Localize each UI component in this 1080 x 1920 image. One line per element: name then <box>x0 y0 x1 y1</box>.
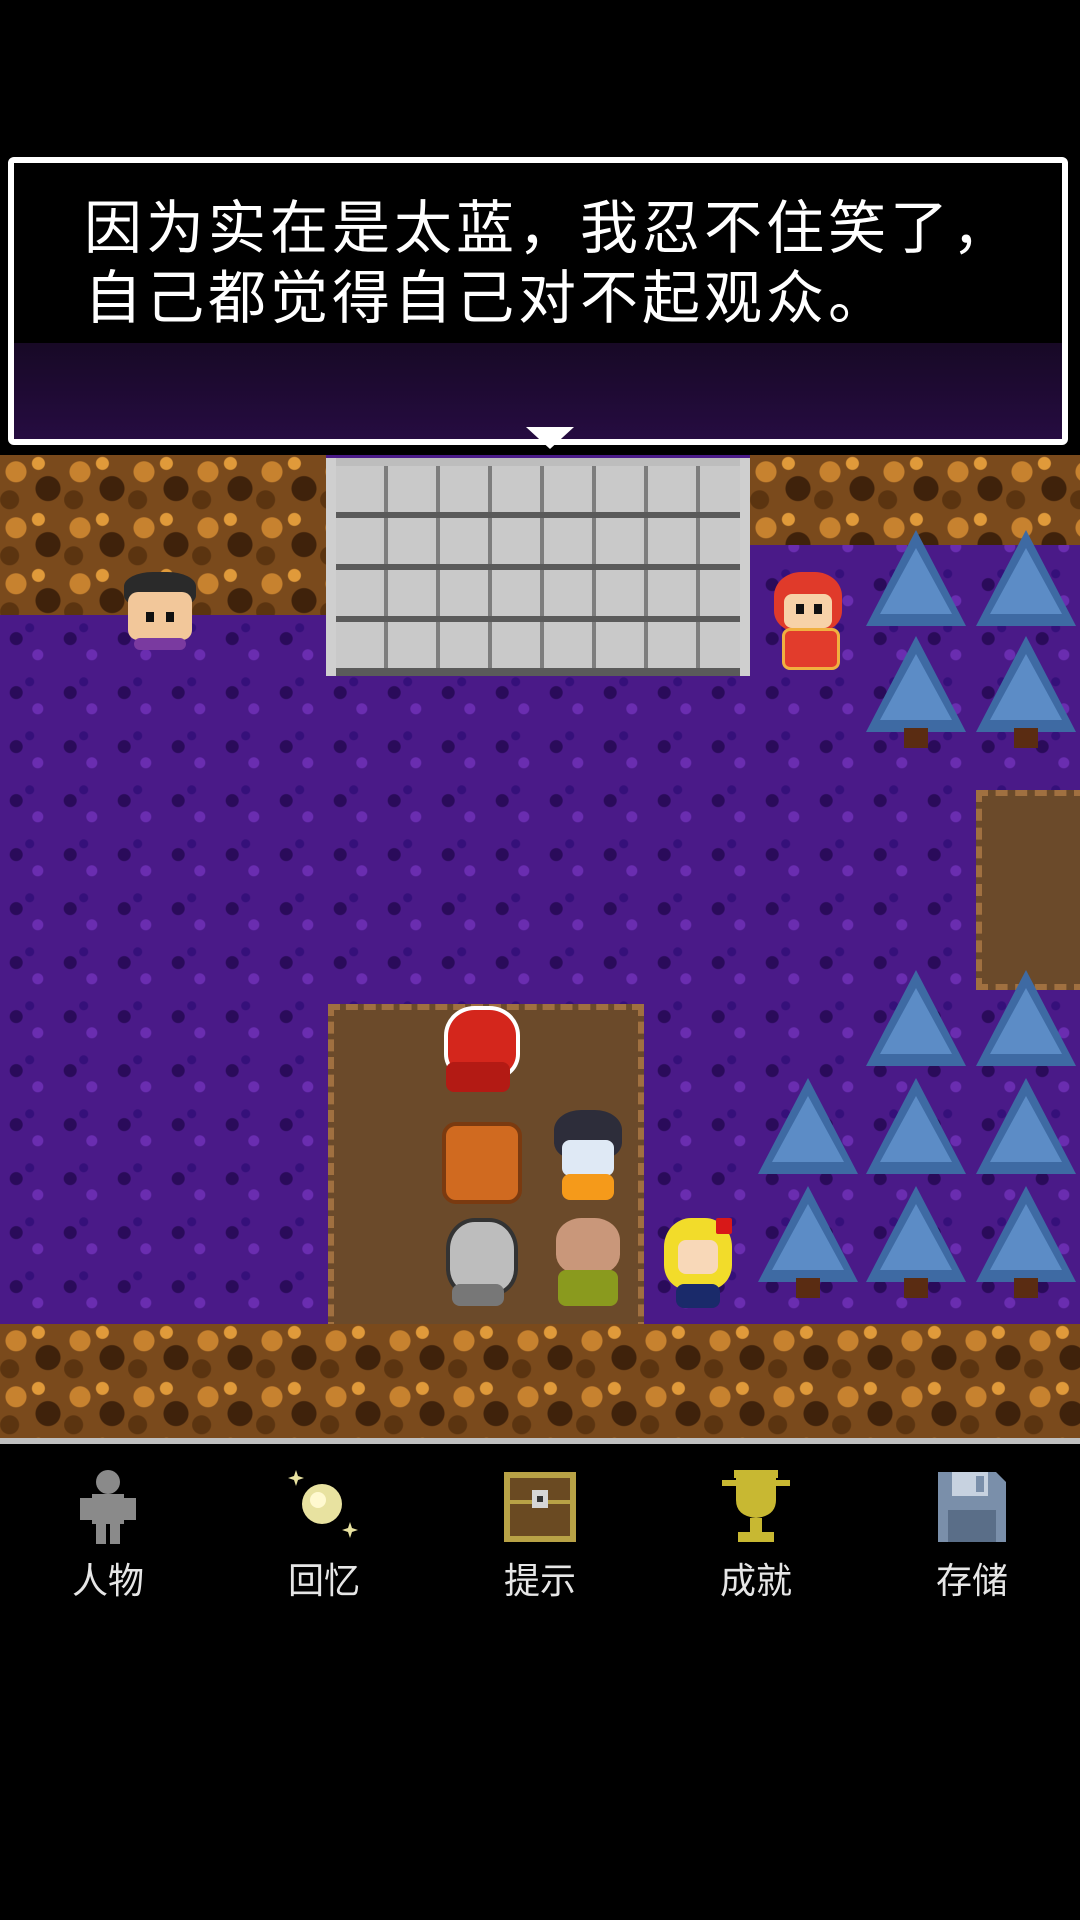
menu-achievements-label: 成就 <box>719 1561 792 1602</box>
party-grey-hair[interactable] <box>438 1218 518 1318</box>
pine-tree <box>866 1078 966 1190</box>
menu-memories-button[interactable]: 回忆 <box>244 1466 404 1606</box>
dialog-background-strip <box>14 343 1062 439</box>
menu-achievements-button[interactable]: 成就 <box>676 1466 836 1606</box>
menu-characters-label: 人物 <box>71 1561 144 1602</box>
sparkle-orb-icon <box>284 1466 364 1546</box>
pine-tree <box>866 1186 966 1298</box>
party-bald-monk[interactable] <box>548 1218 628 1318</box>
advance-arrow-icon[interactable] <box>526 427 574 449</box>
party-blonde-girl[interactable] <box>658 1218 738 1318</box>
pine-tree <box>976 636 1076 748</box>
bottom-menu: 人物 回忆 提示 成就 存储 <box>0 1438 1080 1624</box>
npc-dark-hair-man[interactable] <box>120 572 200 672</box>
pine-tree <box>976 1186 1076 1298</box>
pine-tree <box>758 1078 858 1190</box>
game-scene[interactable]: 因为实在是太蓝，我忍不住笑了， 自己都觉得自己对不起观众。 人物 回忆 提示 成… <box>0 0 1080 1920</box>
dialog-line-2: 自己都觉得自己对不起观众。 <box>84 264 891 332</box>
dialog-box[interactable]: 因为实在是太蓝，我忍不住笑了， 自己都觉得自己对不起观众。 <box>8 157 1068 449</box>
wooden-barrel[interactable] <box>438 1112 522 1212</box>
npc-red-hair-girl[interactable] <box>768 572 848 672</box>
menu-characters-button[interactable]: 人物 <box>28 1466 188 1606</box>
menu-save-label: 存储 <box>935 1561 1008 1602</box>
pine-tree <box>976 970 1076 1082</box>
person-silhouette-icon <box>68 1466 148 1546</box>
pine-tree <box>866 970 966 1082</box>
pine-tree <box>976 530 1076 642</box>
party-dark-hair-glasses[interactable] <box>548 1110 628 1210</box>
floppy-disk-icon <box>932 1466 1012 1546</box>
dialog-line-1: 因为实在是太蓝，我忍不住笑了， <box>84 194 1015 262</box>
trophy-icon <box>716 1466 796 1546</box>
dirt-patch-right <box>976 790 1080 990</box>
red-horned-hero[interactable] <box>438 1006 520 1106</box>
menu-memories-label: 回忆 <box>287 1561 360 1602</box>
pine-tree <box>866 530 966 642</box>
pine-tree <box>866 636 966 748</box>
menu-hints-label: 提示 <box>503 1561 576 1602</box>
pine-tree <box>976 1078 1076 1190</box>
menu-save-button[interactable]: 存储 <box>892 1466 1052 1606</box>
rock-cliff-bottom <box>0 1324 1080 1438</box>
stone-stairs[interactable] <box>326 458 750 676</box>
menu-hints-button[interactable]: 提示 <box>460 1466 620 1606</box>
pine-tree <box>758 1186 858 1298</box>
dialog-text: 因为实在是太蓝，我忍不住笑了， 自己都觉得自己对不起观众。 <box>84 193 1014 333</box>
treasure-chest-icon <box>500 1466 580 1546</box>
